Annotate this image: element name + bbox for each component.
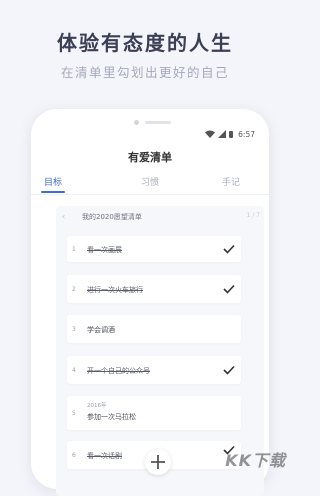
tab-habits[interactable]: 习惯 <box>120 175 180 188</box>
tab-journal[interactable]: 手记 <box>201 175 261 188</box>
group-title: 我的2020愿望清单 <box>82 213 142 221</box>
item-text: 参加一次马拉松 <box>87 413 136 421</box>
phone-mockup: 6:57 有爱清单 目标 习惯 手记 ‹ 我的2020愿望清单 1 / 7 1 … <box>31 109 269 496</box>
list-item[interactable]: 2 进行一次火车旅行 <box>67 275 241 303</box>
promo-subline: 在清单里勾划出更好的自己 <box>60 65 229 80</box>
add-item-button[interactable] <box>145 449 171 475</box>
status-bar: 6:57 <box>205 128 255 140</box>
page-title: 有爱清单 <box>128 151 172 164</box>
check-icon[interactable] <box>223 284 235 294</box>
item-number: 2 <box>72 286 76 293</box>
check-icon[interactable] <box>223 244 235 254</box>
list-item[interactable]: 5 2016年 参加一次马拉松 <box>67 396 241 430</box>
group-header: ‹ 我的2020愿望清单 1 / 7 <box>62 212 260 224</box>
check-icon[interactable] <box>223 365 235 375</box>
phone-camera <box>134 120 139 125</box>
promo-headline: 体验有态度的人生 <box>57 31 233 55</box>
item-number: 5 <box>72 410 76 417</box>
item-number: 4 <box>72 367 76 374</box>
item-number: 3 <box>72 326 76 333</box>
list-item[interactable]: 3 学会调酒 <box>67 315 241 343</box>
active-tab-indicator <box>41 191 65 193</box>
item-note: 2016年 <box>87 403 107 409</box>
item-number: 1 <box>72 246 76 253</box>
item-text: 看一次话剧 <box>87 452 122 460</box>
item-text: 看一次画展 <box>87 246 122 254</box>
item-text: 学会调酒 <box>87 326 115 334</box>
list-item[interactable]: 4 开一个自己的公众号 <box>67 356 241 384</box>
phone-speaker <box>145 121 171 124</box>
tab-divider <box>31 194 269 195</box>
watermark-logo: KK下载 <box>225 451 286 470</box>
group-count: 1 / 7 <box>246 212 260 219</box>
tab-bar: 目标 习惯 手记 <box>31 175 269 195</box>
status-time: 6:57 <box>238 129 255 139</box>
item-number: 6 <box>72 452 76 459</box>
chevron-left-icon[interactable]: ‹ <box>62 212 65 221</box>
tab-goals[interactable]: 目标 <box>23 175 83 188</box>
list-item[interactable]: 1 看一次画展 <box>67 236 241 262</box>
wifi-icon <box>205 130 216 138</box>
item-text: 开一个自己的公众号 <box>87 367 150 375</box>
signal-icon <box>218 130 227 138</box>
item-text: 进行一次火车旅行 <box>87 286 143 294</box>
plus-icon <box>151 455 165 469</box>
battery-icon <box>229 130 234 138</box>
